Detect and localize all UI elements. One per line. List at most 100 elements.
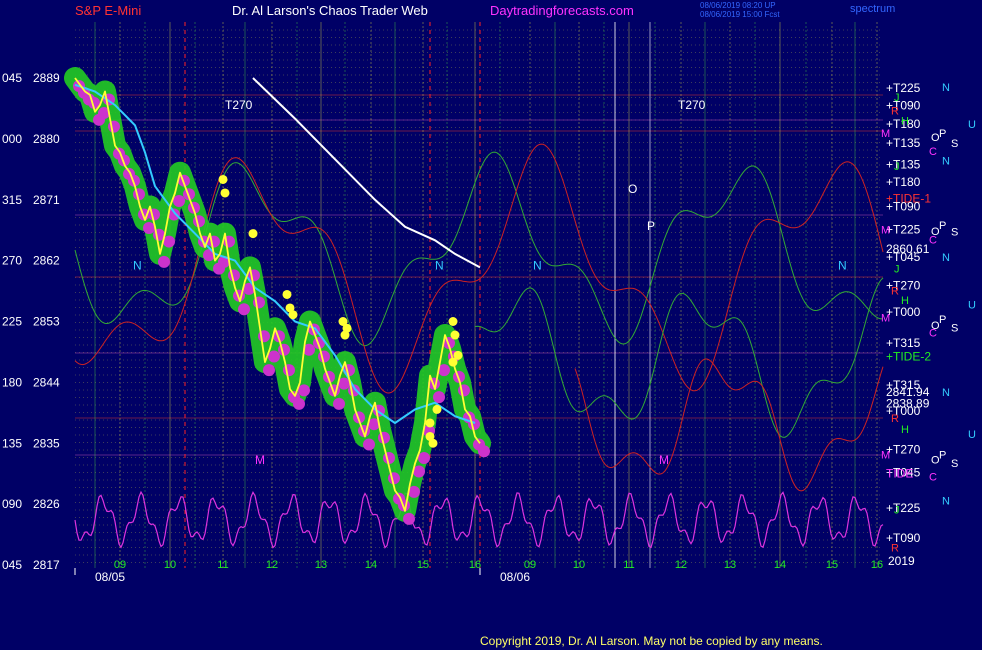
right-level-label: +T135 — [886, 158, 921, 172]
instrument-label: S&P E-Mini — [75, 3, 142, 18]
y-tick-angle: 315 — [2, 193, 22, 207]
x-tick-label: 13 — [724, 559, 736, 571]
planet-marker: N — [942, 387, 950, 399]
planet-marker: M — [881, 450, 890, 462]
magenta-dot — [143, 222, 155, 235]
planet-marker: J — [894, 161, 900, 173]
chart-annotation: N — [838, 258, 847, 272]
chart-annotation: P — [647, 219, 655, 233]
y-tick-angle: 090 — [2, 497, 22, 511]
planet-marker: H — [901, 295, 909, 307]
chart-annotation: O — [628, 182, 637, 196]
magenta-dot — [388, 472, 400, 485]
planet-marker: P — [939, 128, 946, 140]
magenta-dot — [433, 391, 445, 404]
magenta-dot — [158, 255, 170, 268]
y-tick-price: 2835 — [33, 436, 60, 450]
planet-marker: M — [881, 225, 890, 237]
planet-marker: C — [929, 146, 937, 158]
x-tick-label: 16 — [871, 559, 883, 571]
y-tick-angle: 180 — [2, 375, 22, 389]
planet-marker: M — [881, 128, 890, 140]
y-tick-price: 2871 — [33, 193, 60, 207]
x-tick-label: 15 — [826, 559, 838, 571]
x-tick-label: 14 — [774, 559, 786, 571]
chart-annotation: N — [533, 258, 542, 272]
magenta-dot — [148, 208, 160, 221]
magenta-dot — [133, 188, 145, 201]
planet-marker: J — [894, 92, 900, 104]
right-level-label: +T000 — [886, 305, 921, 319]
right-level-label: TIDE — [886, 467, 913, 481]
y-tick-price: 2862 — [33, 254, 60, 268]
yellow-marker — [448, 317, 458, 326]
planet-marker: S — [951, 227, 958, 239]
right-level-label: +T090 — [886, 200, 921, 214]
planet-marker: S — [951, 458, 958, 470]
y-tick-angle: 225 — [2, 315, 22, 329]
magenta-dot — [268, 350, 280, 363]
yellow-marker — [448, 357, 458, 367]
planet-marker: R — [891, 413, 899, 425]
yellow-marker — [432, 404, 442, 414]
x-tick-label: 12 — [675, 559, 687, 571]
magenta-dot — [228, 269, 240, 282]
chart-annotation: M — [255, 453, 265, 467]
right-level-label: +T045 — [886, 250, 921, 264]
right-level-label: +T135 — [886, 136, 921, 150]
planet-marker: J — [894, 264, 900, 276]
copyright: Copyright 2019, Dr. Al Larson. May not b… — [480, 634, 823, 648]
magenta-dot — [173, 194, 185, 207]
x-tick-label: 14 — [365, 559, 377, 571]
y-tick-angle: 000 — [2, 132, 22, 146]
magenta-dot — [403, 512, 415, 525]
date-label: 08/06 — [500, 570, 530, 584]
magenta-dot — [468, 418, 480, 431]
yellow-marker — [220, 188, 230, 198]
right-level-label: +T225 — [886, 501, 921, 515]
magenta-dot — [193, 215, 205, 228]
planet-marker: N — [942, 156, 950, 168]
x-tick-label: 10 — [573, 559, 585, 571]
site-link[interactable]: Daytradingforecasts.com — [490, 3, 634, 18]
planet-marker: U — [968, 429, 976, 441]
planet-marker: R — [891, 285, 899, 297]
planet-marker: N — [942, 252, 950, 264]
x-tick-label: 11 — [623, 559, 634, 571]
yellow-marker — [428, 438, 438, 448]
magenta-dot — [383, 452, 395, 465]
x-tick-label: 11 — [217, 559, 228, 571]
magenta-dot — [478, 445, 490, 458]
right-level-label: +T180 — [886, 175, 921, 189]
planet-marker: C — [929, 471, 937, 483]
magenta-dot — [238, 303, 250, 316]
planet-marker: N — [942, 82, 950, 94]
x-tick-label: 13 — [315, 559, 327, 571]
planet-marker: J — [894, 505, 900, 517]
chart-annotation: N — [435, 258, 444, 272]
y-tick-price: 2889 — [33, 71, 60, 85]
planet-marker: C — [929, 235, 937, 247]
date-label: 08/05 — [95, 570, 125, 584]
magenta-dot — [363, 438, 375, 451]
magenta-dot — [278, 343, 290, 356]
yellow-marker — [218, 174, 228, 184]
site-title: Dr. Al Larson's Chaos Trader Web — [232, 3, 428, 18]
chart-annotation: T270 — [225, 98, 253, 112]
y-tick-price: 2880 — [33, 132, 60, 146]
y-tick-price: 2844 — [33, 375, 60, 389]
planet-marker: C — [929, 327, 937, 339]
magenta-dot — [318, 350, 330, 363]
yellow-marker — [288, 310, 298, 320]
chart-annotation: N — [133, 258, 142, 272]
y-tick-price: 2826 — [33, 497, 60, 511]
right-level-label: +T315 — [886, 336, 921, 350]
year-label: 2019 — [888, 554, 915, 568]
yellow-marker — [340, 330, 350, 340]
yellow-marker — [282, 289, 292, 299]
y-tick-price: 2853 — [33, 315, 60, 329]
magenta-dot — [263, 364, 275, 377]
planet-marker: H — [901, 424, 909, 436]
spectrum-label: spectrum — [850, 3, 896, 15]
yellow-marker — [248, 229, 258, 239]
